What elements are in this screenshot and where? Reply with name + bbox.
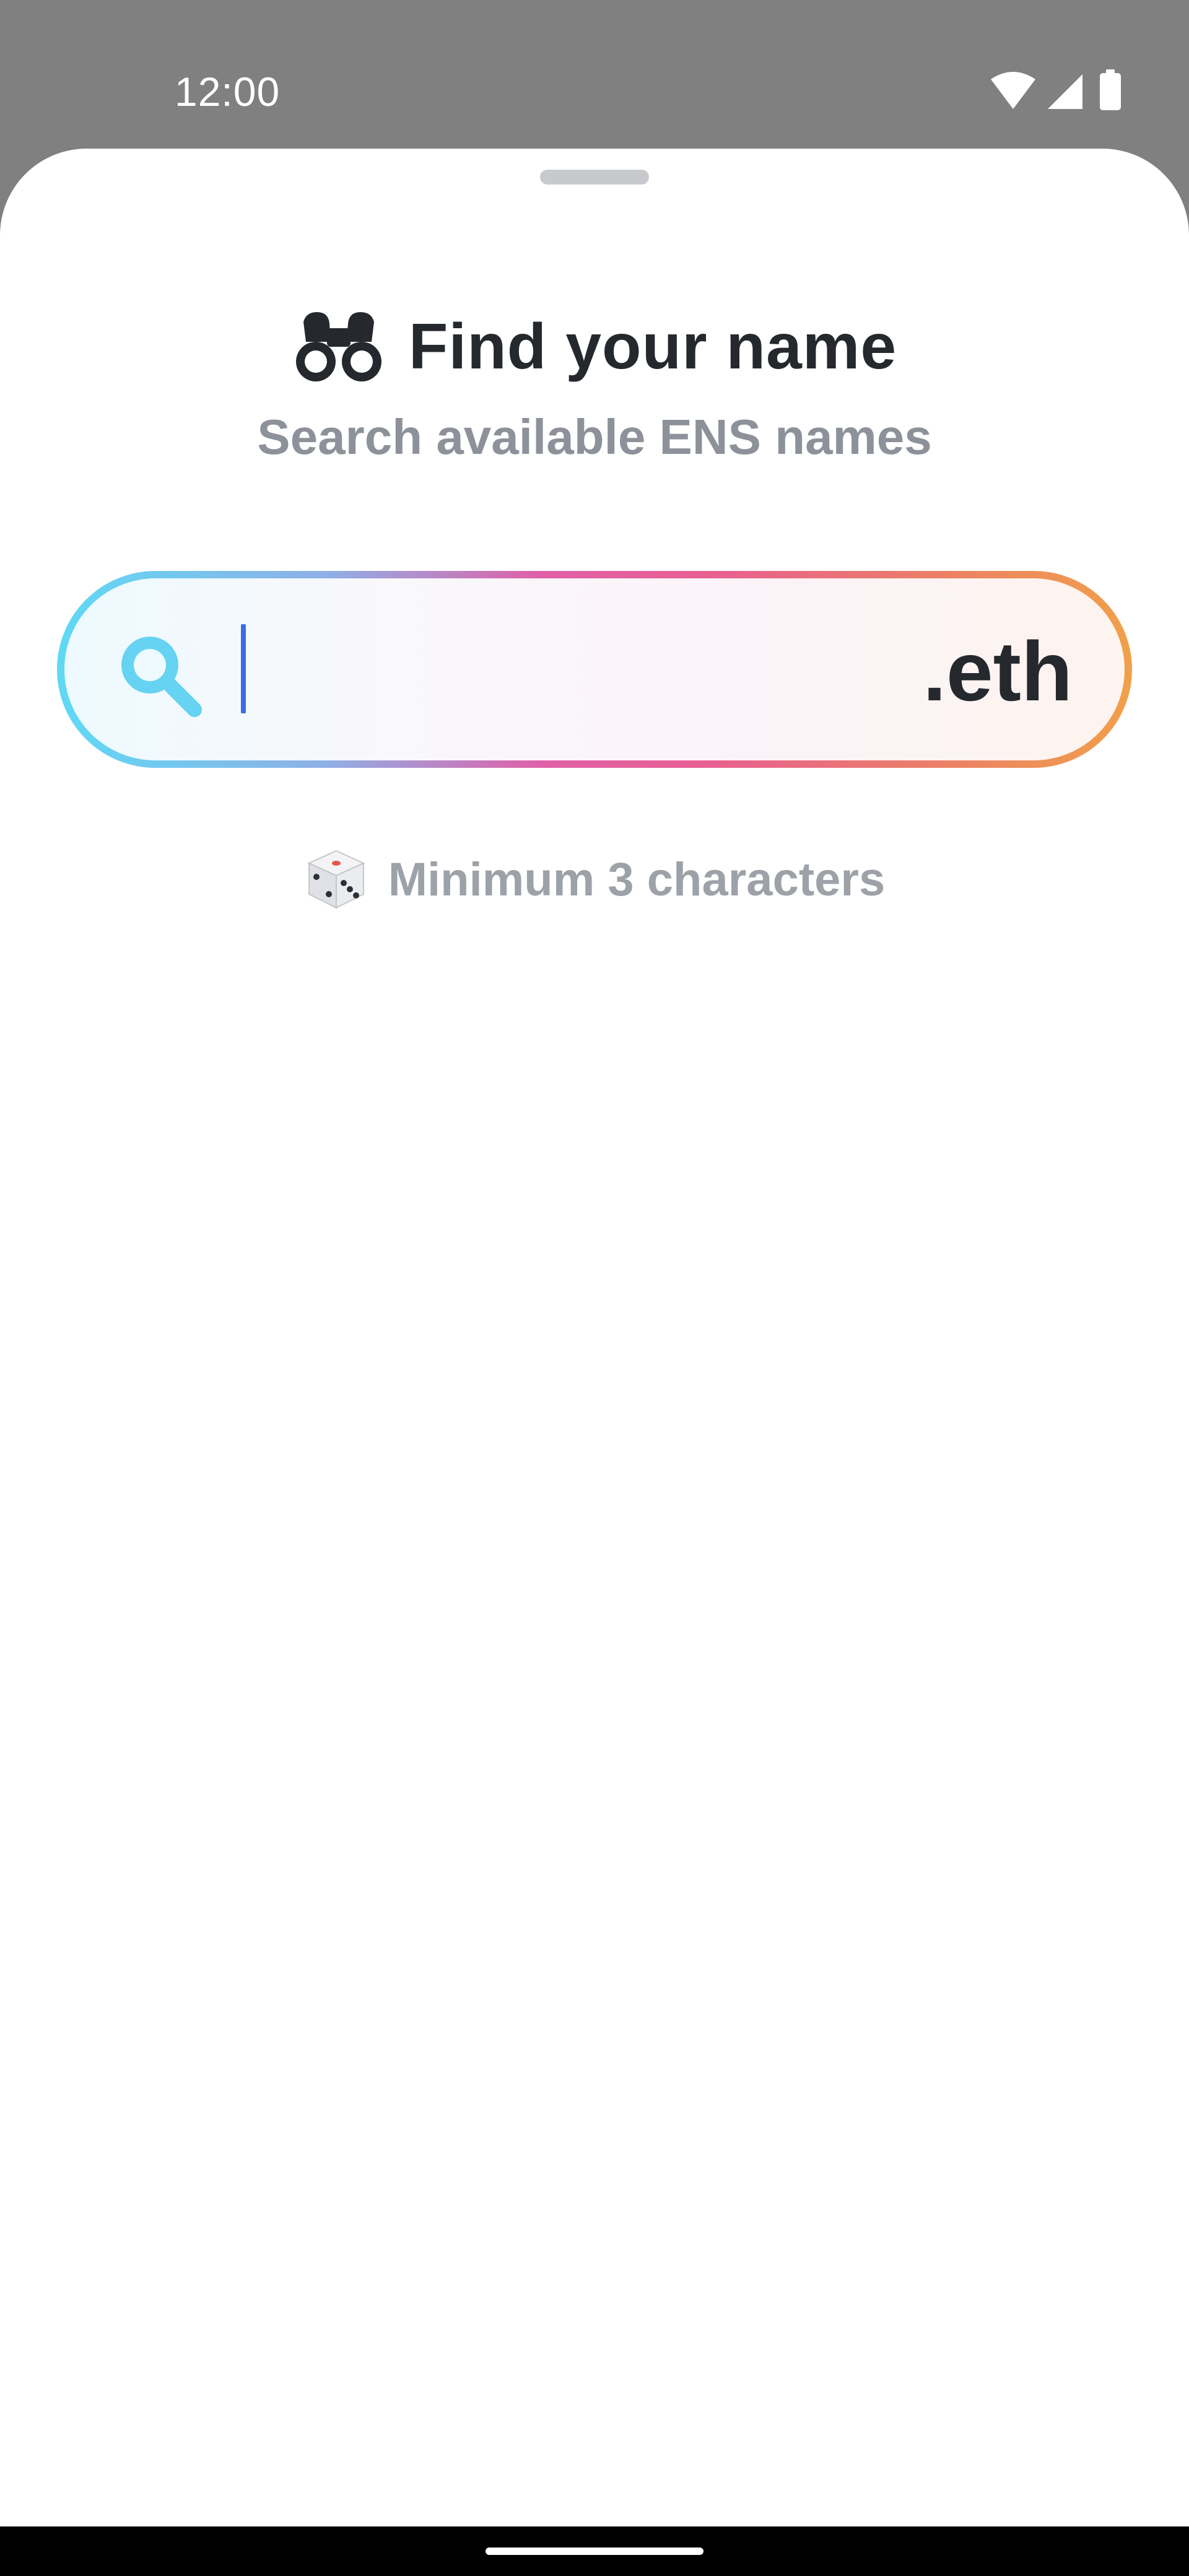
search-icon	[121, 637, 202, 717]
wifi-icon	[991, 72, 1035, 109]
page-title: Find your name	[408, 310, 897, 383]
battery-icon	[1100, 69, 1121, 110]
home-indicator[interactable]	[486, 2548, 703, 2555]
status-time: 12:00	[175, 69, 281, 115]
hint-row: Minimum 3 characters	[0, 842, 1189, 916]
status-icons	[991, 69, 1121, 110]
status-bar: 12:00	[0, 0, 1189, 149]
title-row: Find your name	[0, 303, 1189, 390]
dice-icon	[307, 850, 365, 909]
search-input[interactable]	[250, 608, 872, 733]
bottom-sheet: Find your name Search available ENS name…	[0, 149, 1189, 2526]
page-subtitle: Search available ENS names	[257, 409, 932, 464]
system-nav-bar	[0, 2526, 1189, 2576]
domain-suffix: .eth	[923, 624, 1073, 718]
text-caret	[241, 624, 246, 713]
binoculars-icon	[295, 312, 381, 381]
minimum-length-hint: Minimum 3 characters	[388, 853, 886, 906]
name-search-bar[interactable]: .eth	[57, 571, 1132, 768]
name-search-bar-inner[interactable]: .eth	[64, 578, 1125, 760]
signal-icon	[1048, 74, 1082, 109]
sheet-grabber-handle[interactable]	[540, 170, 649, 185]
